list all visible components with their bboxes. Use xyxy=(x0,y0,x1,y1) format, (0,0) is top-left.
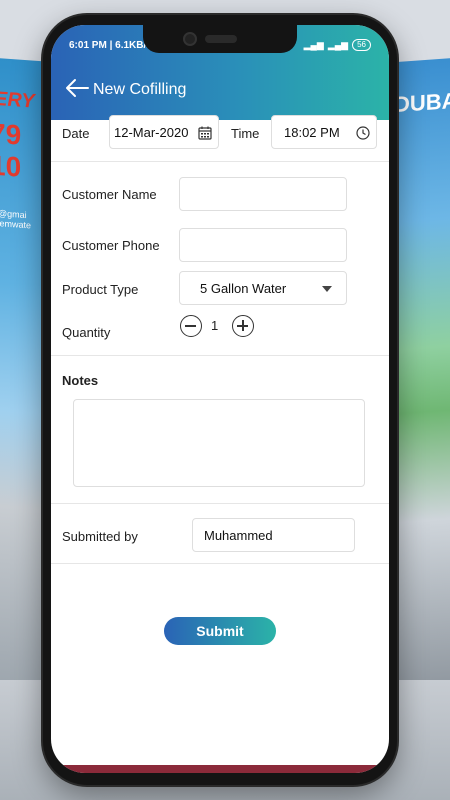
time-field[interactable]: 18:02 PM xyxy=(271,115,377,149)
time-value: 18:02 PM xyxy=(284,125,340,140)
poster-right-title: DUBA xyxy=(394,87,450,118)
submitted-by-label: Submitted by xyxy=(62,529,138,544)
customer-phone-label: Customer Phone xyxy=(62,238,160,253)
customer-name-label: Customer Name xyxy=(62,187,157,202)
divider xyxy=(51,503,389,504)
background-poster-right: DUBA xyxy=(390,57,450,703)
quantity-plus-button[interactable] xyxy=(232,315,254,337)
camera-notch xyxy=(143,25,297,53)
quantity-label: Quantity xyxy=(62,325,111,340)
bottom-bar xyxy=(51,765,389,773)
date-field[interactable]: 12-Mar-2020 xyxy=(109,115,219,149)
submitted-by-value: Muhammed xyxy=(204,528,273,543)
date-label: Date xyxy=(62,126,90,141)
status-icons: ▂▄▆ ▂▄▆ 56 xyxy=(304,39,371,51)
date-value: 12-Mar-2020 xyxy=(114,125,189,140)
product-type-label: Product Type xyxy=(62,282,139,297)
phone-frame: 6:01 PM | 6.1KB/s ▂▄▆ ▂▄▆ 56 New Cofilli… xyxy=(43,15,397,785)
dropdown-caret-icon xyxy=(322,286,332,292)
app-screen: 6:01 PM | 6.1KB/s ▂▄▆ ▂▄▆ 56 New Cofilli… xyxy=(51,25,389,773)
submit-button[interactable]: Submit xyxy=(164,617,276,645)
submitted-by-input[interactable]: Muhammed xyxy=(192,518,355,552)
clock-icon xyxy=(356,126,370,140)
signal-icon-2: ▂▄▆ xyxy=(327,39,349,50)
divider xyxy=(51,355,389,356)
notes-textarea[interactable] xyxy=(73,399,365,487)
product-type-value: 5 Gallon Water xyxy=(200,281,287,296)
notes-label: Notes xyxy=(62,373,99,388)
battery-icon: 56 xyxy=(352,39,371,51)
calendar-icon xyxy=(198,126,212,140)
speaker xyxy=(205,35,237,43)
minus-icon xyxy=(185,325,196,327)
signal-icon: ▂▄▆ xyxy=(303,39,324,50)
customer-phone-input[interactable] xyxy=(179,228,347,262)
divider xyxy=(51,161,389,162)
quantity-minus-button[interactable] xyxy=(180,315,202,337)
divider xyxy=(51,563,389,564)
quantity-value: 1 xyxy=(211,318,219,333)
back-arrow-icon[interactable] xyxy=(64,77,90,99)
customer-name-input[interactable] xyxy=(179,177,347,211)
status-time: 6:01 PM | 6.1KB/s xyxy=(69,40,152,51)
front-camera xyxy=(183,32,197,46)
product-type-select[interactable]: 5 Gallon Water xyxy=(179,271,347,305)
poster-left-title: ERY xyxy=(0,87,35,113)
time-label: Time xyxy=(231,126,260,141)
page-title: New Cofilling xyxy=(93,81,187,98)
plus-icon xyxy=(242,320,244,331)
